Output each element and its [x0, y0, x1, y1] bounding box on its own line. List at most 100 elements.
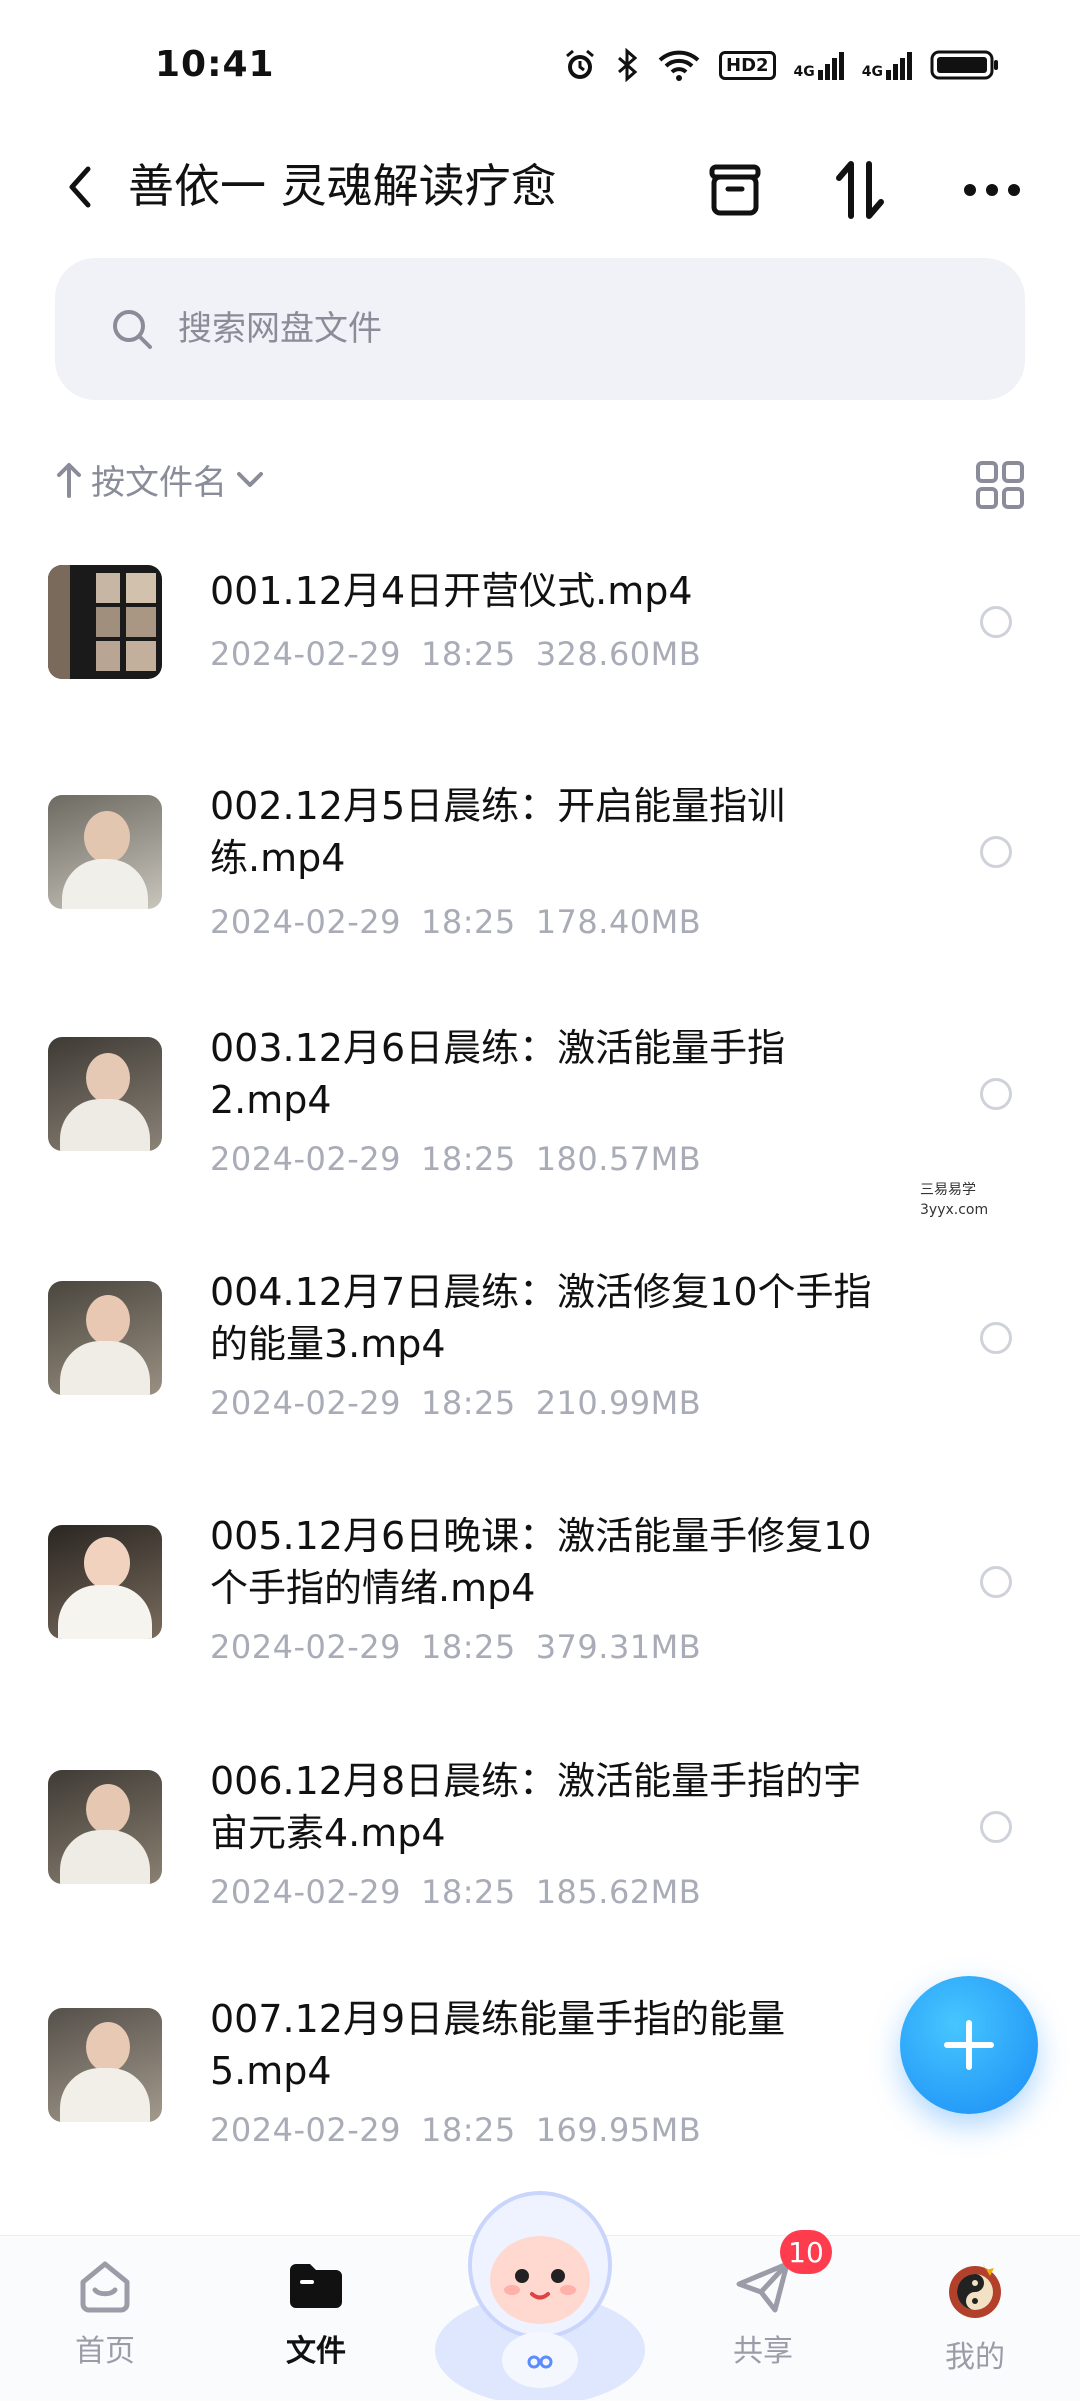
file-name: 004.12月7日晨练：激活修复10个手指的能量3.mp4 — [210, 1270, 872, 1366]
tab-home-label: 首页 — [75, 2334, 135, 2369]
net-label-2: 4G — [861, 64, 883, 80]
alarm-icon — [566, 49, 594, 79]
mascot-button[interactable] — [430, 2170, 650, 2404]
mascot-icon — [435, 2191, 645, 2404]
file-row[interactable]: 001.12月4日开营仪式.mp4 2024-02-29 18:25 328.60M… — [0, 530, 1080, 730]
file-meta: 2024-02-29 18:25 379.31MB — [210, 1628, 721, 1666]
file-meta: 2024-02-29 18:25 210.99MB — [210, 1384, 721, 1422]
hd-icon: HD2 — [719, 50, 776, 80]
file-row[interactable]: 002.12月5日晨练：开启能量指训练.mp4 2024-02-29 18:25 1… — [0, 760, 1080, 960]
file-date: 2024-02-29 — [210, 2111, 401, 2149]
arrow-up-icon — [57, 462, 81, 498]
file-row[interactable]: 005.12月6日晚课：激活能量手修复10个手指的情绪.mp4 2024-02-… — [0, 1490, 1080, 1690]
header: 善依一 灵魂解读疗愈 — [0, 130, 1080, 250]
avatar-icon — [949, 2262, 1001, 2318]
tab-files-label: 文件 — [286, 2334, 346, 2369]
tab-home[interactable]: 首页 — [35, 2256, 175, 2370]
grid-view-icon[interactable] — [975, 460, 1025, 510]
select-radio[interactable] — [980, 1078, 1012, 1110]
search-input[interactable] — [176, 308, 980, 350]
status-bar: 10:41 HD2 4G 4G — [0, 0, 1080, 130]
chevron-left-icon — [69, 166, 91, 208]
file-time: 18:25 — [420, 1384, 516, 1422]
status-time: 10:41 — [155, 44, 275, 85]
signal-icon-2: 4G — [862, 50, 912, 80]
file-date: 2024-02-29 — [210, 1140, 401, 1178]
watermark: 三易易学 3yyx.com — [920, 1180, 988, 1220]
page-title: 善依一 灵魂解读疗愈 — [128, 159, 557, 213]
more-button[interactable] — [952, 150, 1032, 230]
file-meta: 2024-02-29 18:25 169.95MB — [210, 2111, 721, 2149]
search-icon — [113, 310, 152, 349]
file-name: 007.12月9日晨练能量手指的能量5.mp4 — [210, 1997, 786, 2093]
archive-icon — [709, 164, 761, 216]
file-size: 379.31MB — [535, 1628, 702, 1666]
wifi-icon — [658, 50, 700, 81]
sort-label: 按文件名 — [91, 463, 227, 503]
home-icon — [80, 2261, 130, 2313]
tab-share-label: 共享 — [733, 2334, 793, 2369]
watermark-line2: 3yyx.com — [920, 1202, 989, 1218]
file-name: 005.12月6日晚课：激活能量手修复10个手指的情绪.mp4 — [210, 1514, 872, 1610]
file-row[interactable]: 004.12月7日晨练：激活修复10个手指的能量3.mp4 2024-02-29… — [0, 1246, 1080, 1446]
video-thumbnail — [48, 1037, 162, 1151]
select-radio[interactable] — [980, 836, 1012, 868]
file-size: 178.40MB — [535, 903, 702, 941]
tab-files[interactable]: 文件 — [246, 2256, 386, 2370]
transfer-button[interactable] — [820, 150, 900, 230]
video-thumbnail — [48, 1770, 162, 1884]
file-time: 18:25 — [420, 1873, 516, 1911]
folder-icon — [290, 2264, 342, 2308]
file-date: 2024-02-29 — [210, 1628, 401, 1666]
watermark-line1: 三易易学 — [920, 1182, 976, 1198]
chevron-down-icon — [237, 471, 263, 487]
file-meta: 2024-02-29 18:25 178.40MB — [210, 903, 721, 941]
select-radio[interactable] — [980, 1322, 1012, 1354]
battery-icon — [930, 50, 998, 80]
select-radio[interactable] — [980, 1811, 1012, 1843]
signal-icon-1: 4G — [794, 50, 844, 80]
file-size: 180.57MB — [535, 1140, 702, 1178]
file-meta: 2024-02-29 18:25 180.57MB — [210, 1140, 721, 1178]
share-badge: 10 — [780, 2230, 832, 2274]
search-box[interactable] — [55, 258, 1025, 400]
bluetooth-icon — [618, 48, 638, 82]
video-thumbnail — [48, 1525, 162, 1639]
file-name: 006.12月8日晨练：激活能量手指的宇宙元素4.mp4 — [210, 1759, 862, 1855]
net-label-1: 4G — [793, 64, 815, 80]
more-icon — [964, 184, 1020, 196]
file-meta: 2024-02-29 18:25 185.62MB — [210, 1873, 721, 1911]
video-thumbnail — [48, 1281, 162, 1395]
back-button[interactable] — [50, 152, 110, 222]
file-time: 18:25 — [420, 903, 516, 941]
tab-mine[interactable]: 我的 — [905, 2256, 1045, 2376]
sort-row: 按文件名 — [55, 455, 1025, 515]
file-date: 2024-02-29 — [210, 903, 401, 941]
add-button[interactable] — [900, 1976, 1038, 2114]
file-time: 18:25 — [420, 2111, 516, 2149]
select-radio[interactable] — [980, 1566, 1012, 1598]
sort-button[interactable]: 按文件名 — [55, 455, 265, 504]
plus-icon — [944, 2020, 994, 2070]
tab-mine-label: 我的 — [945, 2340, 1005, 2375]
file-size: 185.62MB — [535, 1873, 702, 1911]
file-name: 003.12月6日晨练：激活能量手指2.mp4 — [210, 1026, 786, 1122]
file-row[interactable]: 006.12月8日晨练：激活能量手指的宇宙元素4.mp4 2024-02-29 1… — [0, 1735, 1080, 1935]
status-icons: HD2 4G 4G — [563, 48, 1000, 82]
video-thumbnail — [48, 2008, 162, 2122]
file-time: 18:25 — [420, 1628, 516, 1666]
archive-button[interactable] — [695, 150, 775, 230]
file-size: 169.95MB — [535, 2111, 702, 2149]
transfer-icon — [836, 161, 884, 219]
file-time: 18:25 — [420, 1140, 516, 1178]
select-radio[interactable] — [980, 606, 1012, 638]
file-size: 328.60MB — [535, 635, 702, 673]
video-thumbnail — [48, 565, 162, 679]
file-size: 210.99MB — [535, 1384, 702, 1422]
file-date: 2024-02-29 — [210, 1873, 401, 1911]
file-date: 2024-02-29 — [210, 1384, 401, 1422]
file-name: 001.12月4日开营仪式.mp4 — [210, 569, 693, 613]
video-thumbnail — [48, 795, 162, 909]
file-row[interactable]: 003.12月6日晨练：激活能量手指2.mp4 2024-02-29 18:25 1… — [0, 1002, 1080, 1202]
file-meta: 2024-02-29 18:25 328.60MB — [210, 635, 721, 673]
